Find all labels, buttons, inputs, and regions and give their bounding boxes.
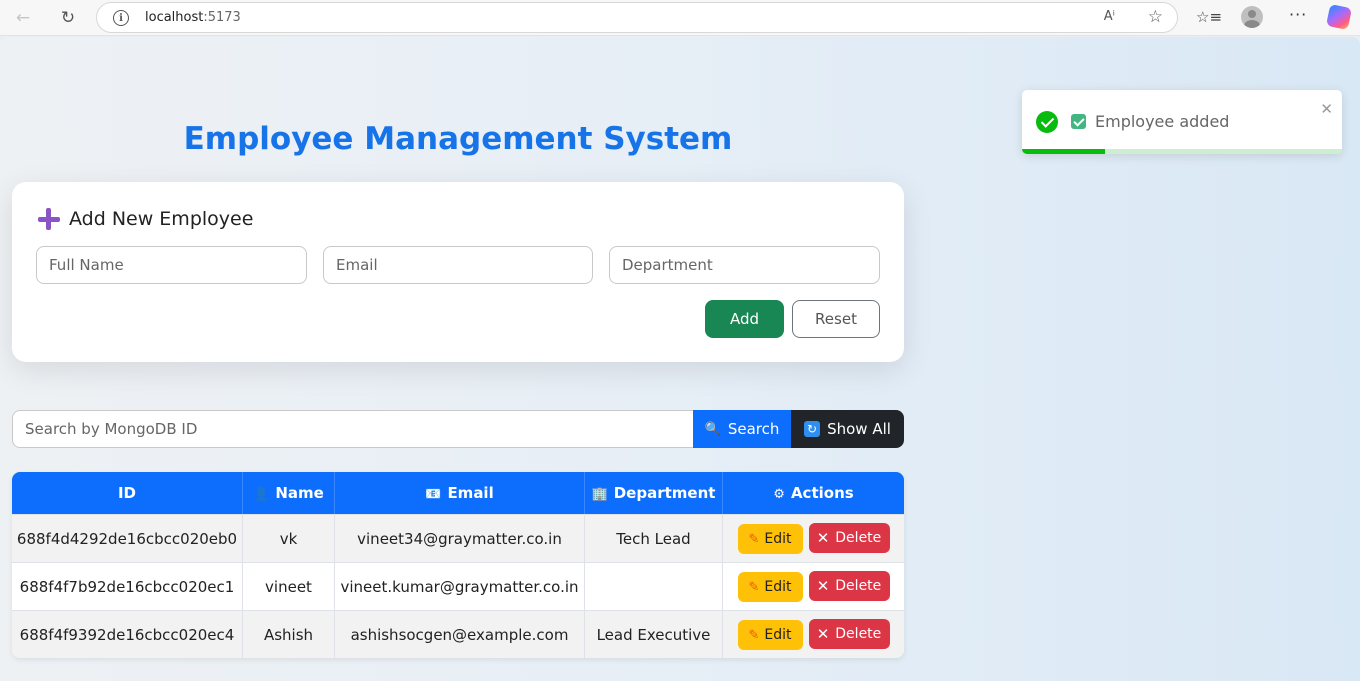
cell-name: Ashish [243,610,335,658]
gear-icon: ⚙ [773,487,785,502]
delete-label: Delete [835,625,882,642]
show-all-button-label: Show All [827,420,891,438]
toast-message: Employee added [1095,112,1230,131]
close-x-icon: ✕ [816,528,830,547]
header-actions: ⚙ Actions [723,472,904,514]
cell-email: ashishsocgen@example.com [335,610,585,658]
copilot-icon[interactable] [1325,3,1353,31]
email-input[interactable] [323,246,593,284]
checkbox-emoji-icon [1071,114,1086,129]
reset-button[interactable]: Reset [792,300,880,338]
header-email: 📧 Email [335,472,585,514]
cell-department [585,562,723,610]
cell-email: vineet.kumar@graymatter.co.in [335,562,585,610]
table-row: 688f4f9392de16cbcc020ec4 Ashish ashishso… [12,610,904,658]
full-name-input[interactable] [36,246,307,284]
table-row: 688f4d4292de16cbcc020eb0 vk vineet34@gra… [12,514,904,562]
pencil-icon: ✎ [748,627,760,643]
table-header-row: ID 👤 Name 📧 Email 🏢 Department ⚙ Actions [12,472,904,514]
success-check-icon [1036,111,1058,133]
cell-actions: ✎ Edit ✕ Delete [723,514,904,562]
header-email-label: Email [447,484,494,502]
delete-button[interactable]: ✕ Delete [808,618,890,649]
page-content: Employee Management System Add New Emplo… [0,37,1360,681]
close-x-icon: ✕ [816,624,830,643]
delete-button[interactable]: ✕ Delete [808,522,890,553]
edit-button[interactable]: ✎ Edit [737,572,803,603]
info-icon[interactable]: i [113,10,129,26]
favorites-list-icon[interactable]: ☆≡ [1196,8,1222,26]
success-toast: Employee added ✕ [1022,90,1342,154]
toast-progress-track [1022,149,1342,154]
back-arrow-icon[interactable]: ← [9,4,37,32]
cell-actions: ✎ Edit ✕ Delete [723,610,904,658]
cell-id: 688f4d4292de16cbcc020eb0 [12,514,243,562]
department-input[interactable] [609,246,880,284]
add-employee-heading: Add New Employee [38,208,253,230]
browser-toolbar: ← ↻ i localhost:5173 Aⁱ ☆ ☆≡ ··· [0,0,1360,36]
profile-avatar-icon[interactable] [1241,6,1263,28]
favorite-star-icon[interactable]: ☆ [1148,7,1163,27]
pencil-icon: ✎ [748,579,760,595]
cell-id: 688f4f9392de16cbcc020ec4 [12,610,243,658]
close-x-icon: ✕ [816,576,830,595]
show-all-button[interactable]: ↻ Show All [791,410,904,448]
cell-name: vk [243,514,335,562]
table-row: 688f4f7b92de16cbcc020ec1 vineet vineet.k… [12,562,904,610]
header-id: ID [12,472,243,514]
edit-button[interactable]: ✎ Edit [737,524,803,555]
add-employee-card: Add New Employee Add Reset [12,182,904,362]
refresh-cycle-icon: ↻ [804,421,821,437]
edit-button[interactable]: ✎ Edit [737,620,803,651]
header-department-label: Department [613,484,716,502]
cell-id: 688f4f7b92de16cbcc020ec1 [12,562,243,610]
edit-label: Edit [764,531,792,548]
search-button-label: Search [727,420,780,438]
more-menu-icon[interactable]: ··· [1289,5,1307,24]
id-card-icon: 📧 [425,487,442,502]
person-icon: 👤 [253,487,270,502]
cell-email: vineet34@graymatter.co.in [335,514,585,562]
cell-department: Tech Lead [585,514,723,562]
pencil-icon: ✎ [748,531,760,547]
employee-table: ID 👤 Name 📧 Email 🏢 Department ⚙ Actions 688… [12,472,904,658]
delete-label: Delete [835,529,882,546]
url-text[interactable]: localhost:5173 [145,10,241,25]
plus-icon [38,208,60,230]
header-id-label: ID [117,484,137,502]
delete-button[interactable]: ✕ Delete [808,570,890,601]
cell-actions: ✎ Edit ✕ Delete [723,562,904,610]
edit-label: Edit [764,627,792,644]
toast-progress-bar [1022,149,1106,154]
close-icon[interactable]: ✕ [1320,100,1333,118]
delete-label: Delete [835,577,882,594]
search-id-input[interactable] [12,410,694,448]
address-bar[interactable]: i localhost:5173 Aⁱ ☆ [96,2,1178,33]
read-aloud-icon[interactable]: Aⁱ [1104,9,1115,24]
magnifier-icon: 🔍 [704,421,721,437]
header-name: 👤 Name [243,472,335,514]
building-icon: 🏢 [591,487,608,502]
header-department: 🏢 Department [585,472,723,514]
cell-name: vineet [243,562,335,610]
page-title: Employee Management System [183,121,733,157]
add-employee-heading-text: Add New Employee [69,208,254,230]
header-actions-label: Actions [790,484,854,502]
search-button[interactable]: 🔍 Search [693,410,791,448]
refresh-icon[interactable]: ↻ [54,4,82,32]
header-name-label: Name [275,484,324,502]
cell-department: Lead Executive [585,610,723,658]
edit-label: Edit [764,579,792,596]
add-button[interactable]: Add [705,300,784,338]
